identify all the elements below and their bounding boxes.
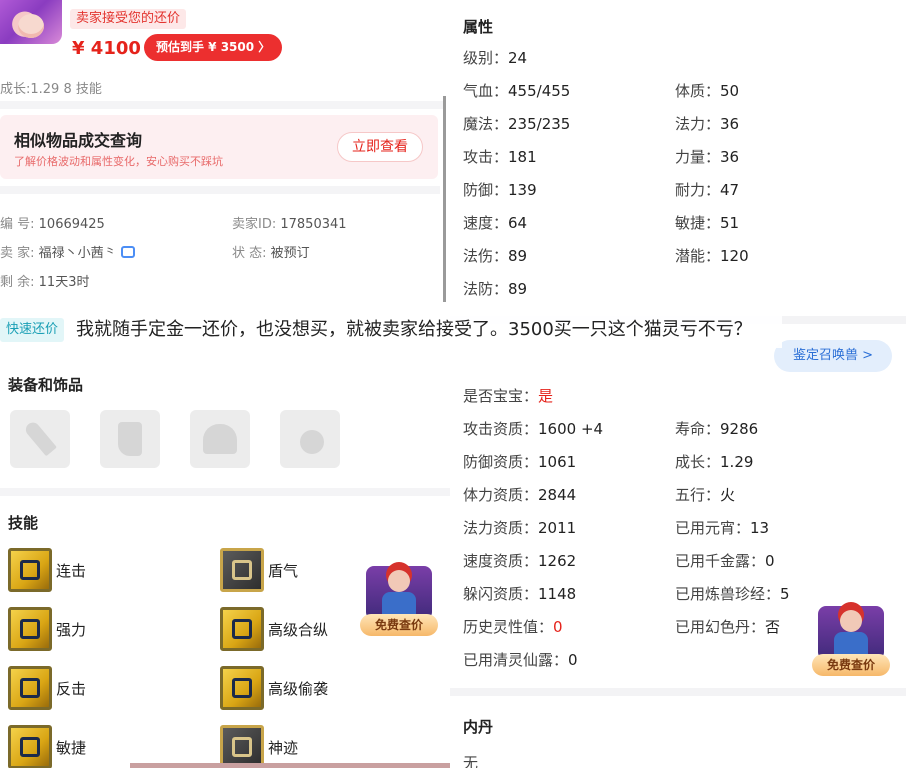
free-price-check-badge[interactable]: 免费查价 — [360, 566, 438, 642]
attr-item: 已用清灵仙露：0 — [463, 651, 578, 669]
skill-label: 神迹 — [268, 739, 299, 757]
skill-label: 反击 — [56, 680, 87, 698]
attr-item: 五行：火 — [675, 486, 736, 504]
attr-item: 魔法：235/235 — [463, 115, 571, 133]
attr-item: 防御：139 — [463, 181, 537, 199]
attr-item: 法力资质：2011 — [463, 519, 577, 537]
item-status: 状 态: 被预订 — [232, 246, 310, 261]
attr-item: 寿命：9286 — [675, 420, 759, 438]
similar-items-subtitle: 了解价格波动和属性变化，安心购买不踩坑 — [14, 155, 223, 168]
attributes-title: 属性 — [463, 18, 494, 36]
attr-item: 已用幻色丹：否 — [675, 618, 781, 636]
neidan-value: 无 — [463, 754, 479, 768]
attr-item: 耐力：47 — [675, 181, 740, 199]
similar-items-title: 相似物品成交查询 — [14, 131, 143, 150]
helmet-icon — [203, 424, 237, 454]
attr-item: 速度：64 — [463, 214, 528, 232]
question-caption: 我就随手定金一还价，也没想买，就被卖家给接受了。3500买一只这个猫灵亏不亏？ — [72, 312, 782, 348]
sword-icon — [23, 419, 57, 457]
equip-slot-boots[interactable] — [100, 410, 160, 468]
pet-avatar — [0, 0, 62, 44]
skill-strength-icon[interactable] — [8, 607, 52, 651]
attr-item: 已用千金露：0 — [675, 552, 775, 570]
skill-alliance-icon[interactable] — [220, 607, 264, 651]
attr-item: 体质：50 — [675, 82, 740, 100]
item-id: 编 号: 10669425 — [0, 217, 105, 232]
appraise-pet-button[interactable]: 鉴定召唤兽 > — [774, 340, 892, 372]
attr-item: 气血：455/455 — [463, 82, 571, 100]
seller-accept-tag: 卖家接受您的还价 — [70, 9, 187, 29]
divider — [0, 101, 446, 109]
time-remaining: 剩 余: 11天3时 — [0, 275, 90, 290]
price: ¥ 4100 — [72, 38, 141, 59]
character-icon — [366, 566, 432, 620]
pendant-icon — [300, 430, 324, 454]
seller-name[interactable]: 卖 家: 福禄丶小茜⺀ — [0, 242, 135, 261]
attr-item: 体力资质：2844 — [463, 486, 577, 504]
attr-item: 潜能：120 — [675, 247, 749, 265]
skill-label: 连击 — [56, 562, 87, 580]
scrollbar[interactable] — [443, 96, 446, 302]
attr-item: 防御资质：1061 — [463, 453, 577, 471]
skill-counter-icon[interactable] — [8, 666, 52, 710]
attr-item: 躲闪资质：1148 — [463, 585, 577, 603]
divider — [0, 488, 450, 496]
skill-label: 高级偷袭 — [268, 680, 329, 698]
attr-item: 法伤：89 — [463, 247, 528, 265]
skills-title: 技能 — [8, 514, 39, 532]
neidan-title: 内丹 — [463, 718, 494, 736]
free-price-check-badge[interactable]: 免费查价 — [812, 606, 890, 682]
attr-item: 攻击：181 — [463, 148, 537, 166]
bottom-bar — [130, 763, 450, 768]
shop-icon[interactable] — [120, 246, 135, 258]
attr-item: 法力：36 — [675, 115, 740, 133]
divider — [0, 186, 440, 194]
equipment-title: 装备和饰品 — [8, 376, 84, 394]
free-price-check-label: 免费查价 — [812, 654, 890, 676]
character-icon — [818, 606, 884, 660]
skill-sneak-attack-icon[interactable] — [220, 666, 264, 710]
skill-label: 敏捷 — [56, 739, 87, 757]
free-price-check-label: 免费查价 — [360, 614, 438, 636]
skill-combo-icon[interactable] — [8, 548, 52, 592]
divider — [450, 688, 906, 696]
growth-skills-summary: 成长:1.29 8 技能 — [0, 82, 102, 97]
attr-item: 力量：36 — [675, 148, 740, 166]
attr-item: 已用元宵：13 — [675, 519, 770, 537]
skill-agility-icon[interactable] — [8, 725, 52, 768]
attr-item: 敏捷：51 — [675, 214, 740, 232]
attr-item: 历史灵性值：0 — [463, 618, 563, 636]
attr-item: 法防：89 — [463, 280, 528, 298]
skill-label: 强力 — [56, 621, 87, 639]
attr-item: 速度资质：1262 — [463, 552, 577, 570]
equip-slot-weapon[interactable] — [10, 410, 70, 468]
skill-label: 盾气 — [268, 562, 299, 580]
attr-item: 攻击资质：1600 +4 — [463, 420, 604, 438]
equip-slot-pendant[interactable] — [280, 410, 340, 468]
seller-id: 卖家ID: 17850341 — [232, 217, 347, 232]
equip-slot-armor[interactable] — [190, 410, 250, 468]
boot-icon — [118, 422, 142, 456]
attr-level: 级别：24 — [463, 49, 528, 67]
attr-item: 已用炼兽珍经：5 — [675, 585, 790, 603]
screenshot-collage: 卖家接受您的还价 ¥ 4100 预估到手 ¥ 3500 〉 成长:1.29 8 … — [0, 0, 906, 768]
attr-item: 成长：1.29 — [675, 453, 754, 471]
view-now-button[interactable]: 立即查看 — [337, 132, 423, 162]
attr-is-baby: 是否宝宝：是 — [463, 387, 554, 405]
listing-panel: 卖家接受您的还价 ¥ 4100 预估到手 ¥ 3500 〉 成长:1.29 8 … — [0, 0, 450, 768]
skill-miracle-icon[interactable] — [220, 725, 264, 768]
estimate-button[interactable]: 预估到手 ¥ 3500 〉 — [144, 34, 283, 61]
skill-label: 高级合纵 — [268, 621, 329, 639]
skill-shield-icon[interactable] — [220, 548, 264, 592]
similar-items-card: 相似物品成交查询 了解价格波动和属性变化，安心购买不踩坑 立即查看 — [0, 115, 438, 179]
quick-offer-button[interactable]: 快速还价 — [0, 318, 65, 342]
